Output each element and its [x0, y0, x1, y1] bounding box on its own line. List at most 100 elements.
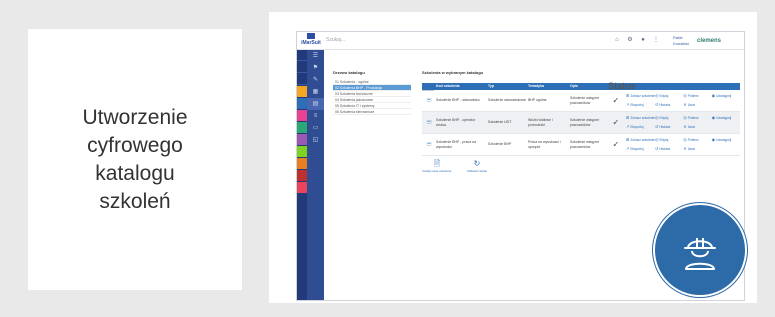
- export-action[interactable]: ↗Eksportuj: [626, 102, 655, 108]
- table-row[interactable]: 🗎 Szkolenie BHP - praca na wysokości Szk…: [422, 134, 740, 156]
- view-action[interactable]: ⊞Zobacz szkolenie: [626, 93, 655, 99]
- history-action[interactable]: ↺Historia: [655, 124, 683, 130]
- refresh-button[interactable]: ↻ Odśwież widok: [462, 159, 492, 173]
- cell-opis: Szkolenie wstępne pracowników: [570, 118, 600, 127]
- cell-typ: Szkolenie UDT: [488, 120, 512, 125]
- edit-action[interactable]: ◎Edytuj: [655, 115, 683, 121]
- history-icon: ↺: [655, 146, 659, 151]
- view-icon: ⊞: [626, 93, 630, 98]
- share-action[interactable]: ◉Udostępnij: [712, 137, 740, 143]
- view-icon: ⊞: [626, 137, 630, 142]
- search-input[interactable]: Szukaj...: [326, 35, 506, 45]
- worker-badge: [653, 203, 747, 297]
- cell-tematyka: Praca na wysokości i uprzęże: [528, 140, 561, 149]
- brand-text: clemens: [697, 38, 722, 44]
- sub-nav-item-tools[interactable]: ✎: [307, 74, 324, 86]
- delete-icon: ✕: [683, 124, 687, 129]
- table-row[interactable]: 🗎 Szkolenie BHP - operator wózka Szkolen…: [422, 112, 740, 134]
- delete-action[interactable]: ✕Usuń: [683, 124, 711, 130]
- caption-text: Utworzenie cyfrowego katalogu szkoleń: [82, 105, 188, 213]
- sub-nav-item-chart[interactable]: ◱: [307, 134, 324, 146]
- edit-action[interactable]: ◎Edytuj: [655, 137, 683, 143]
- module-rail: [297, 50, 307, 300]
- module-rail-item[interactable]: [297, 98, 307, 109]
- export-action[interactable]: ↗Eksportuj: [626, 146, 655, 152]
- logo-text: iMarSuit: [301, 40, 321, 46]
- table-row[interactable]: 🗎 Szkolenie BHP - stanowisko Szkolenie s…: [422, 90, 740, 112]
- row-actions: ⊞Zobacz szkolenie ◎Edytuj ◎Pobierz ◉Udos…: [624, 137, 740, 152]
- cell-typ: Szkolenie stanowiskowe: [488, 98, 526, 103]
- column-header[interactable]: Tematyka: [526, 83, 568, 90]
- view-icon: ⊞: [626, 115, 630, 120]
- module-rail-item[interactable]: [297, 50, 307, 61]
- column-header[interactable]: Kod szkolenia: [434, 83, 486, 90]
- training-table: Kod szkolenia Typ Tematyka Opis Status 🗎…: [422, 82, 740, 156]
- export-icon: ↗: [626, 146, 630, 151]
- delete-icon: ✕: [683, 146, 687, 151]
- more-icon[interactable]: ⋮: [652, 36, 660, 44]
- caption-card: Utworzenie cyfrowego katalogu szkoleń: [28, 29, 242, 290]
- row-actions: ⊞Zobacz szkolenie ◎Edytuj ◎Pobierz ◉Udos…: [624, 93, 740, 108]
- download-action[interactable]: ◎Pobierz: [683, 137, 711, 143]
- cell-tematyka: BHP ogólne: [528, 98, 547, 103]
- column-header[interactable]: Typ: [486, 83, 526, 90]
- cell-opis: Szkolenie wstępne pracowników: [570, 140, 600, 149]
- module-rail-item[interactable]: [297, 74, 307, 85]
- edit-action[interactable]: ◎Edytuj: [655, 93, 683, 99]
- column-header[interactable]: Opis: [568, 83, 608, 90]
- share-action[interactable]: ◉Udostępnij: [712, 115, 740, 121]
- cell-tematyka: Wózki widłowe i podnośniki: [528, 118, 553, 127]
- download-action[interactable]: ◎Pobierz: [683, 93, 711, 99]
- delete-action[interactable]: ✕Usuń: [683, 146, 711, 152]
- module-rail-item[interactable]: [297, 86, 307, 97]
- cell-kod: Szkolenie BHP - praca na wysokości: [436, 140, 477, 149]
- sub-nav-item-docs[interactable]: ▭: [307, 122, 324, 134]
- app-logo[interactable]: iMarSuit: [299, 33, 323, 49]
- export-icon: ↗: [626, 124, 630, 129]
- download-icon: ◎: [683, 93, 687, 98]
- module-rail-item[interactable]: [297, 122, 307, 133]
- sub-nav-item-users[interactable]: ☰: [307, 50, 324, 62]
- share-action[interactable]: ◉Udostępnij: [712, 93, 740, 99]
- notification-icon[interactable]: ●: [639, 36, 647, 44]
- delete-action[interactable]: ✕Usuń: [683, 102, 711, 108]
- refresh-icon: ↻: [473, 159, 481, 168]
- sub-nav-item-catalog[interactable]: ▤: [307, 98, 324, 110]
- export-action[interactable]: ↗Eksportuj: [626, 124, 655, 130]
- module-rail-item[interactable]: [297, 110, 307, 121]
- history-action[interactable]: ↺Historia: [655, 102, 683, 108]
- view-action[interactable]: ⊞Zobacz szkolenie: [626, 115, 655, 121]
- download-icon: ◎: [683, 115, 687, 120]
- module-rail-item[interactable]: [297, 170, 307, 181]
- home-icon[interactable]: ⌂: [613, 36, 621, 44]
- edit-icon: ◎: [655, 115, 659, 120]
- settings-icon[interactable]: ⚙: [626, 36, 634, 44]
- tree-item[interactable]: 06 Szkolenia kierownicze: [333, 109, 411, 115]
- download-action[interactable]: ◎Pobierz: [683, 115, 711, 121]
- user-menu[interactable]: Rafał Kowalski: [673, 35, 695, 47]
- training-list-title: Szkolenia w wybranym katalogu: [422, 70, 484, 75]
- cell-opis: Szkolenie wstępne pracowników: [570, 96, 600, 105]
- check-icon: ✓: [608, 120, 624, 125]
- document-icon: 🗎: [426, 142, 432, 147]
- sub-nav-item-list[interactable]: ≡: [307, 110, 324, 122]
- top-icons: ⌂ ⚙ ● ⋮: [613, 36, 660, 44]
- sub-nav-item-grid[interactable]: ▦: [307, 86, 324, 98]
- module-rail-item[interactable]: [297, 158, 307, 169]
- catalog-tree-title: Drzewo katalogu: [333, 70, 365, 75]
- document-icon: 🗎: [426, 98, 432, 103]
- module-rail-item[interactable]: [297, 146, 307, 157]
- module-rail-item[interactable]: [297, 134, 307, 145]
- sub-nav-rail: ☰ ⚑ ✎ ▦ ▤ ≡ ▭ ◱: [307, 50, 324, 300]
- history-action[interactable]: ↺Historia: [655, 146, 683, 152]
- share-icon: ◉: [711, 137, 716, 142]
- sub-nav-item-flag[interactable]: ⚑: [307, 62, 324, 74]
- view-action[interactable]: ⊞Zobacz szkolenie: [626, 137, 655, 143]
- row-actions: ⊞Zobacz szkolenie ◎Edytuj ◎Pobierz ◉Udos…: [624, 115, 740, 130]
- brand-logo: clemens: [697, 34, 743, 48]
- module-rail-item[interactable]: [297, 182, 307, 193]
- add-training-button[interactable]: 🗎 Dodaj nowe szkolenie: [422, 159, 452, 173]
- catalog-tree: Drzewo katalogu 01 Szkolenia - ogólne 02…: [333, 69, 411, 115]
- module-rail-item[interactable]: [297, 62, 307, 73]
- column-header[interactable]: Status: [608, 82, 636, 91]
